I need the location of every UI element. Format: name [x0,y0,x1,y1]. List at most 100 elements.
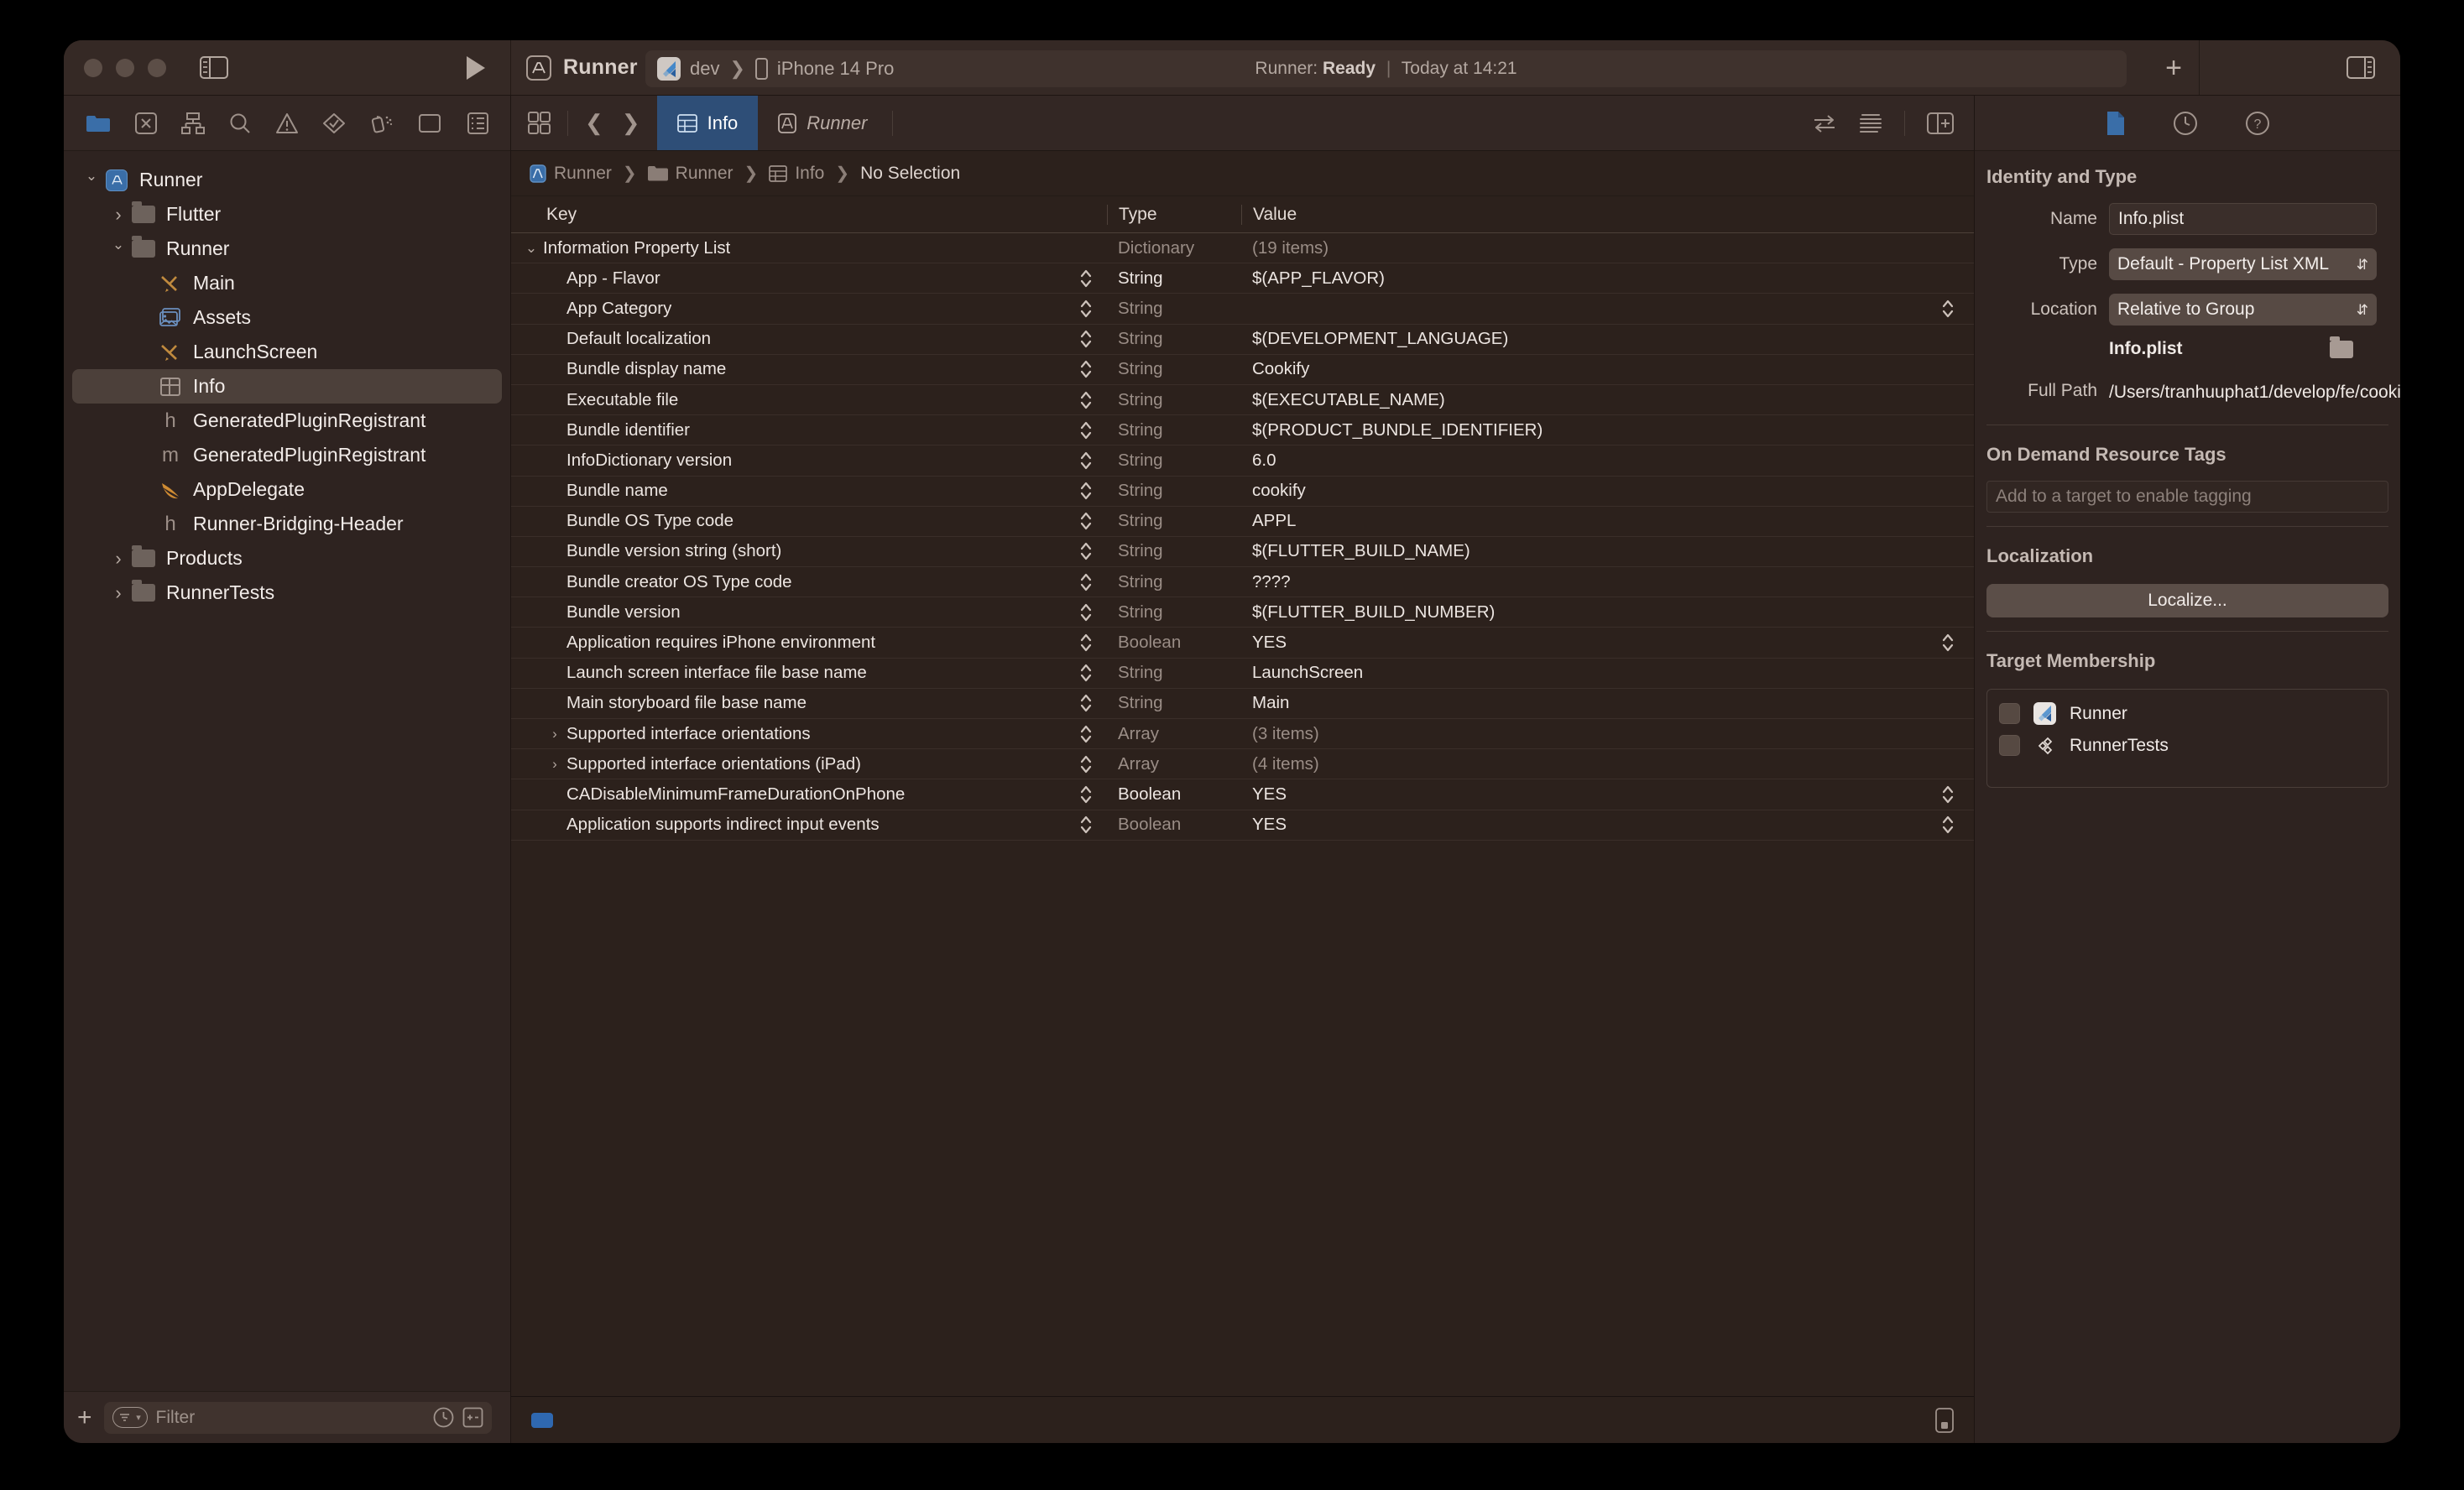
key-stepper[interactable] [1078,510,1094,532]
target-checkbox[interactable] [1999,703,2020,725]
tree-item-generatedpluginregistrant[interactable]: m GeneratedPluginRegistrant [72,438,502,472]
plist-key-cell[interactable]: Launch screen interface file base name [511,662,1107,684]
plist-key-cell[interactable]: CADisableMinimumFrameDurationOnPhone [511,784,1107,805]
key-stepper[interactable] [1078,571,1094,593]
column-header-type[interactable]: Type [1107,204,1241,225]
plist-value-cell[interactable]: cookify [1241,481,1974,501]
value-stepper[interactable] [1940,632,1974,654]
plist-type-cell[interactable]: String [1107,481,1241,501]
key-stepper[interactable] [1078,540,1094,562]
maximize-window-button[interactable] [148,58,166,77]
plist-value-cell[interactable]: $(PRODUCT_BUNDLE_IDENTIFIER) [1241,420,1974,440]
plist-type-cell[interactable]: String [1107,663,1241,683]
key-stepper[interactable] [1078,814,1094,836]
minimap-icon[interactable] [1859,112,1882,134]
plist-key-cell[interactable]: Bundle version [511,602,1107,623]
breadcrumb-item-1[interactable]: Runner [647,164,733,184]
find-navigator-icon[interactable] [229,112,251,134]
plist-type-cell[interactable]: String [1107,299,1241,319]
localize-button[interactable]: Localize... [1986,583,2388,617]
report-navigator-icon[interactable] [467,112,488,134]
key-stepper[interactable] [1078,632,1094,654]
plist-key-cell[interactable]: Bundle creator OS Type code [511,571,1107,593]
key-stepper[interactable] [1078,358,1094,380]
plist-key-cell[interactable]: Bundle version string (short) [511,540,1107,562]
breadcrumb-item-3[interactable]: No Selection [860,164,960,184]
key-stepper[interactable] [1078,450,1094,471]
minimize-window-button[interactable] [116,58,134,77]
plist-row[interactable]: Bundle name String cookify [511,477,1974,507]
tree-item-runner-bridging-header[interactable]: h Runner-Bridging-Header [72,507,502,541]
plist-value-cell[interactable]: LaunchScreen [1241,663,1974,683]
key-stepper[interactable] [1078,753,1094,775]
tree-item-main[interactable]: Main [72,266,502,300]
plist-row[interactable]: App - Flavor String $(APP_FLAVOR) [511,263,1974,294]
compare-versions-icon[interactable] [1812,113,1837,133]
plist-value-cell[interactable]: $(EXECUTABLE_NAME) [1241,390,1974,410]
key-stepper[interactable] [1078,692,1094,714]
plist-type-cell[interactable]: String [1107,359,1241,379]
chevron-right-icon[interactable] [107,582,129,604]
plist-row[interactable]: › Supported interface orientations Array (3… [511,719,1974,750]
debug-navigator-icon[interactable] [370,112,394,134]
project-navigator-icon[interactable] [86,113,111,133]
traffic-lights[interactable] [84,58,166,77]
chevron-down-icon[interactable] [81,172,102,189]
plist-value-cell[interactable]: ???? [1241,572,1974,592]
plist-key-cell[interactable]: Bundle name [511,480,1107,502]
plist-value-cell[interactable]: (4 items) [1241,754,1974,774]
plist-type-cell[interactable]: Array [1107,754,1241,774]
plist-row[interactable]: › Supported interface orientations (iPad)… [511,749,1974,780]
source-control-filter-icon[interactable] [462,1407,483,1428]
plist-key-cell[interactable]: Application requires iPhone environment [511,632,1107,654]
plist-value-cell[interactable]: (19 items) [1241,238,1974,258]
key-stepper[interactable] [1078,268,1094,289]
plist-key-cell[interactable]: Default localization [511,328,1107,350]
target-row-runner[interactable]: Runner [1987,698,2388,730]
chevron-right-icon[interactable] [107,548,129,570]
plist-type-cell[interactable]: String [1107,511,1241,531]
plist-key-cell[interactable]: Bundle identifier [511,419,1107,441]
plist-type-cell[interactable]: Dictionary [1107,238,1241,258]
plist-row[interactable]: Bundle identifier String $(PRODUCT_BUNDLE_… [511,415,1974,446]
filter-input[interactable]: ▾ Filter [103,1401,492,1434]
plist-row[interactable]: Bundle version string (short) String $(FLU… [511,537,1974,568]
name-input[interactable]: Info.plist [2109,203,2377,235]
plist-key-cell[interactable]: Bundle display name [511,358,1107,380]
value-stepper[interactable] [1940,784,1974,805]
file-inspector-icon[interactable] [2106,111,2126,136]
chevron-down-icon[interactable]: ⌄ [519,240,543,257]
tree-item-appdelegate[interactable]: AppDelegate [72,472,502,507]
plist-row[interactable]: Executable file String $(EXECUTABLE_NAME) [511,385,1974,416]
target-row-runnertests[interactable]: RunnerTests [1987,730,2388,762]
plist-type-cell[interactable]: Boolean [1107,633,1241,653]
breadcrumb-item-2[interactable]: Info [769,164,824,184]
plist-row[interactable]: Application supports indirect input even… [511,810,1974,841]
tree-item-launchscreen[interactable]: LaunchScreen [72,335,502,369]
scheme-and-destination-bar[interactable]: dev ❯ iPhone 14 Pro Runner: Ready | Toda… [645,50,2127,87]
plist-value-cell[interactable]: Cookify [1241,359,1974,379]
plist-row[interactable]: Bundle OS Type code String APPL [511,507,1974,537]
tree-item-generatedpluginregistrant[interactable]: h GeneratedPluginRegistrant [72,404,502,438]
key-stepper[interactable] [1078,419,1094,441]
key-stepper[interactable] [1078,723,1094,745]
plist-type-cell[interactable]: String [1107,329,1241,349]
plist-row[interactable]: Main storyboard file base name String Main [511,689,1974,719]
plist-type-cell[interactable]: String [1107,693,1241,713]
breadcrumb-item-0[interactable]: Runner [530,164,612,184]
plist-key-cell[interactable]: InfoDictionary version [511,450,1107,471]
editor-options-icon[interactable] [528,112,551,134]
chevron-right-icon[interactable]: › [543,756,566,773]
plist-value-cell[interactable]: APPL [1241,511,1974,531]
key-stepper[interactable] [1078,328,1094,350]
plist-key-cell[interactable]: App - Flavor [511,268,1107,289]
plist-rows[interactable]: ⌄ Information Property List Dictionary (19 … [511,233,1974,841]
plist-row[interactable]: Bundle display name String Cookify [511,355,1974,385]
plist-key-cell[interactable]: App Category [511,298,1107,320]
plist-type-cell[interactable]: String [1107,572,1241,592]
plist-key-cell[interactable]: › Supported interface orientations [511,723,1107,745]
library-icon[interactable] [1935,1407,1954,1433]
close-window-button[interactable] [84,58,102,77]
plist-row[interactable]: Launch screen interface file base name St… [511,659,1974,689]
plist-type-cell[interactable]: String [1107,390,1241,410]
